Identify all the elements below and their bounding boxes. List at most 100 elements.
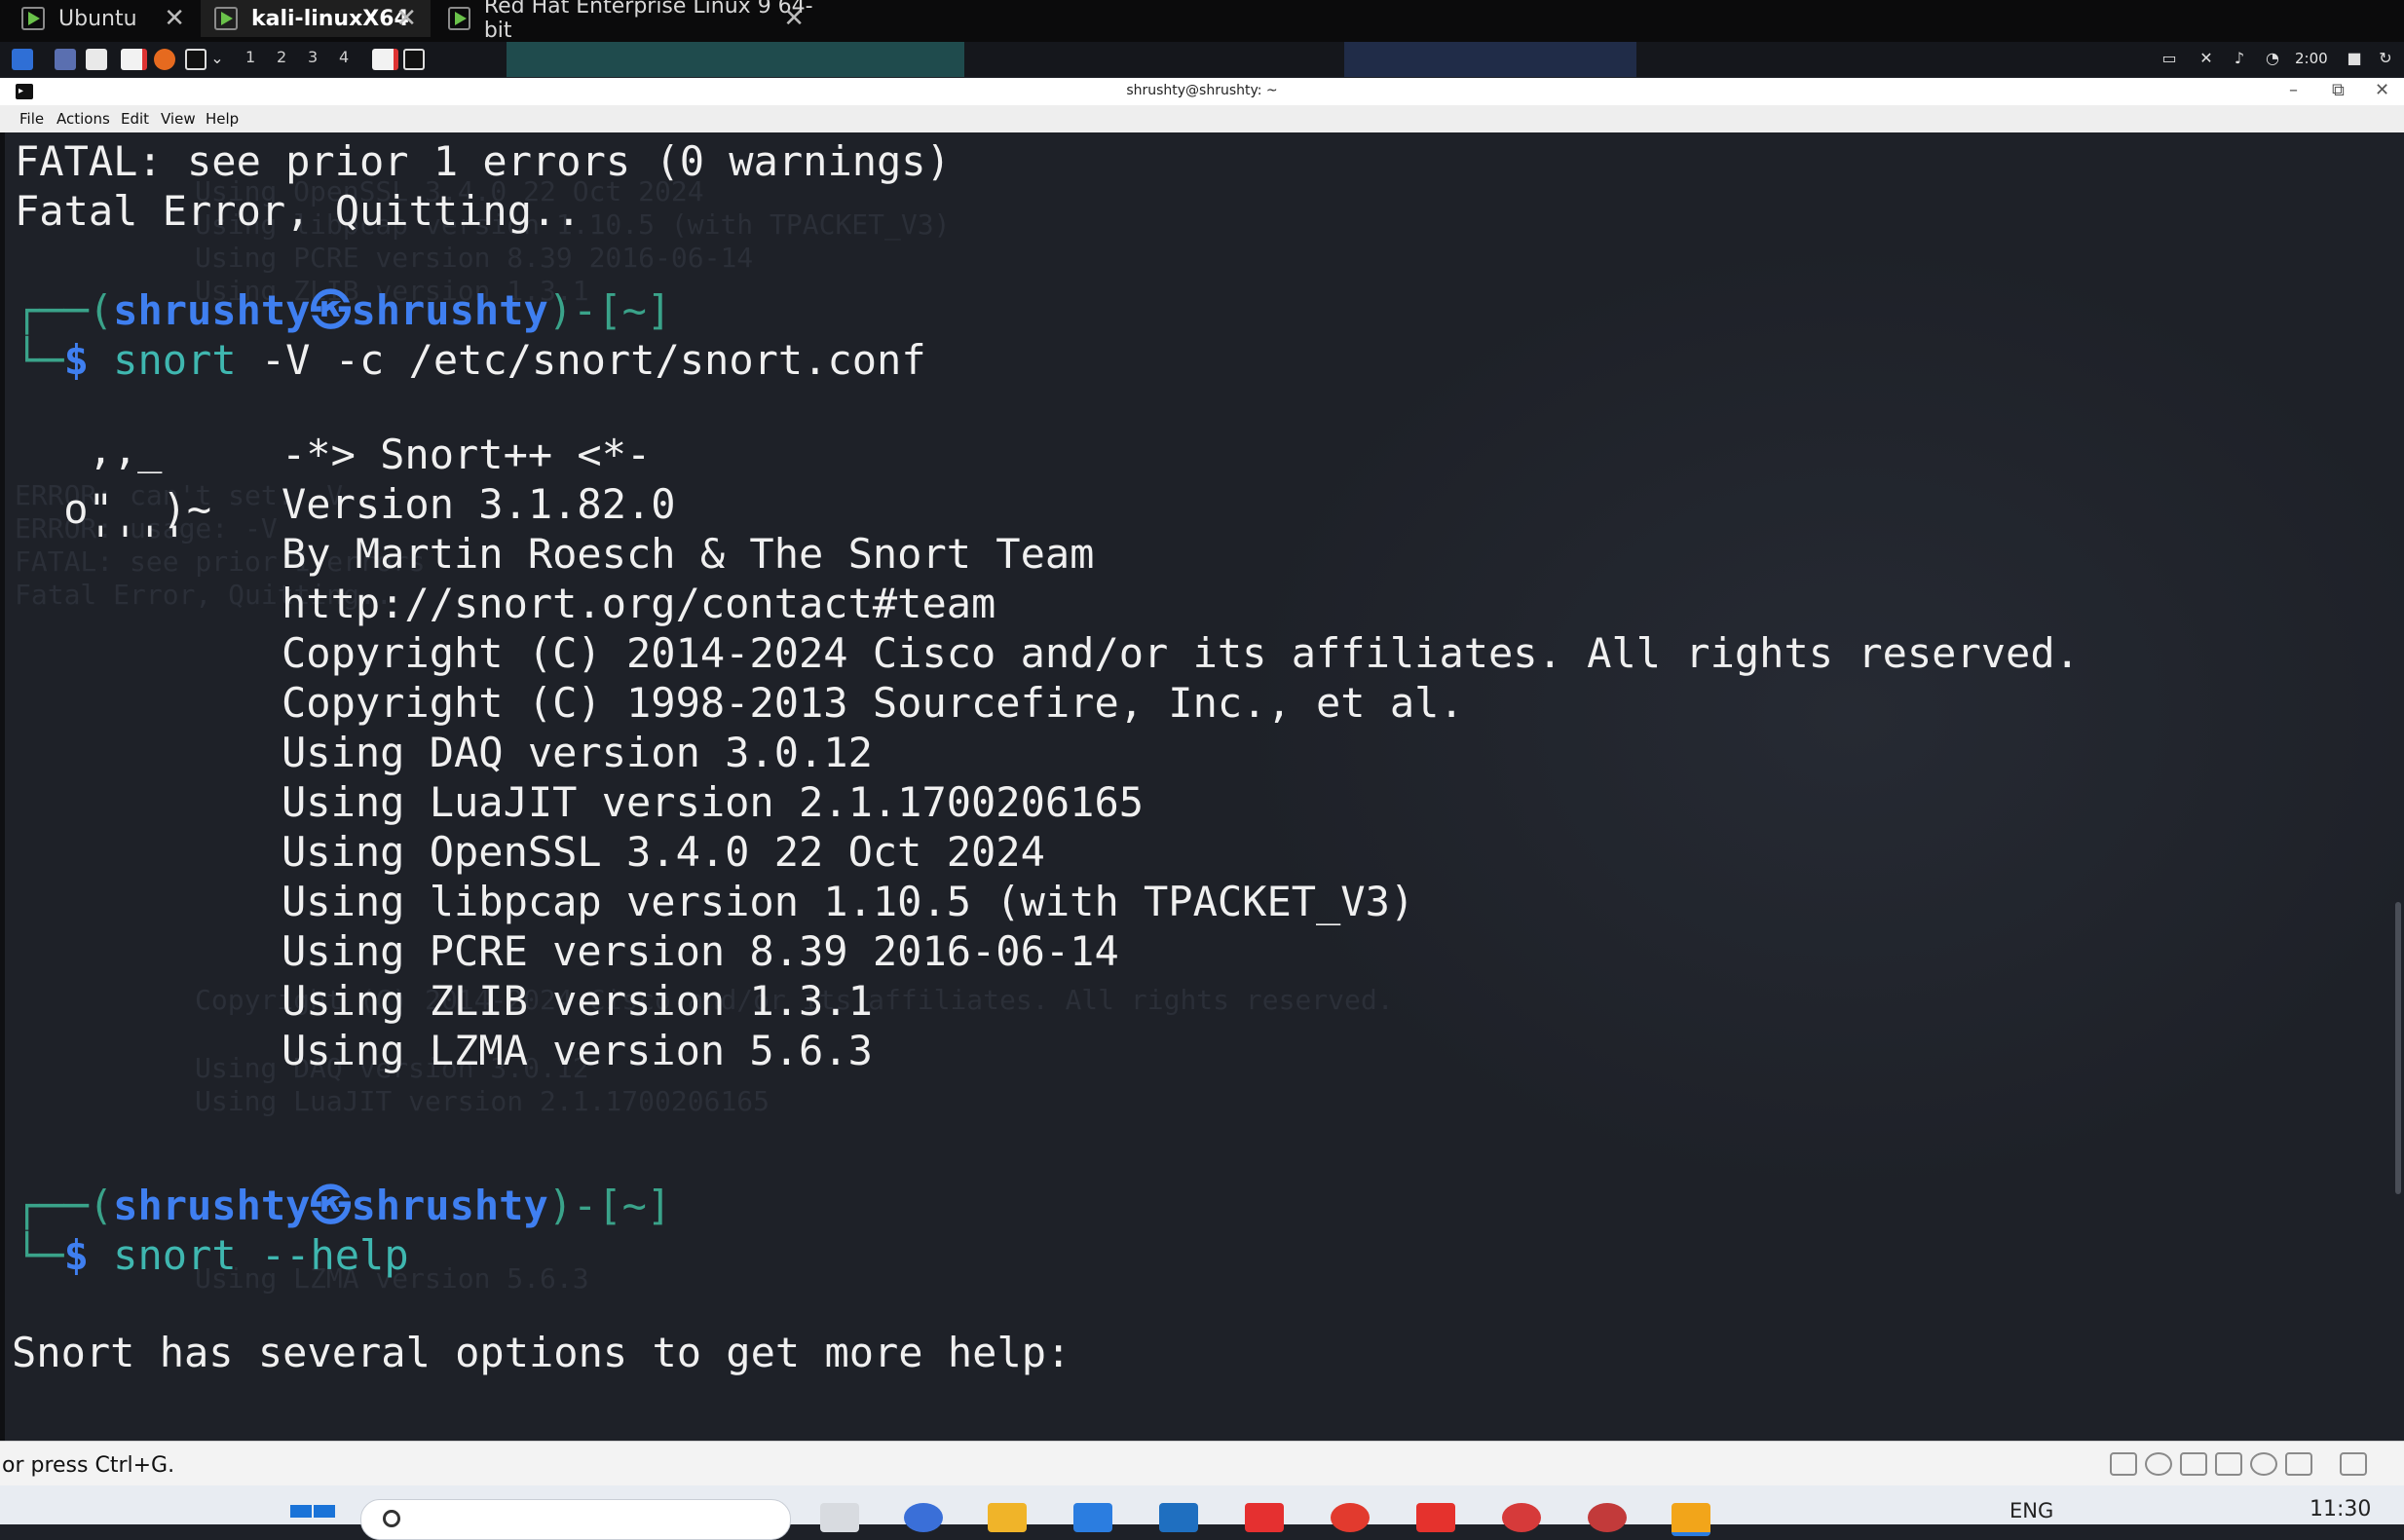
chevron-down-icon[interactable]: ⌄	[208, 50, 226, 67]
output-line: Snort has several options to get more he…	[12, 1329, 1071, 1376]
close-icon[interactable]: ✕	[395, 4, 417, 33]
panel-clock: 2:00	[2295, 50, 2328, 67]
terminal-title: shrushty@shrushty: ~	[1126, 83, 1278, 98]
vm-tab-label: kali-linuxX64	[251, 6, 409, 31]
logout-icon[interactable]: ↻	[2377, 50, 2394, 67]
search-box[interactable]	[360, 1499, 791, 1540]
command-name: snort --help	[113, 1231, 409, 1279]
workspace-1[interactable]: 1	[245, 48, 255, 66]
terminal-icon[interactable]	[185, 49, 207, 70]
ghost-line: Using LuaJIT version 2.1.1700206165	[195, 1085, 770, 1117]
prompt-box-close: )-[~]	[547, 1182, 672, 1229]
menu-edit[interactable]: Edit	[121, 110, 149, 128]
output-line: Copyright (C) 1998-2013 Sourcefire, Inc.…	[282, 679, 1464, 727]
close-icon[interactable]: ✕	[164, 4, 185, 33]
task-terminal-icon[interactable]	[403, 49, 425, 70]
mute-icon[interactable]: ✕	[2197, 50, 2215, 67]
output-line: Using PCRE version 8.39 2016-06-14	[282, 927, 1119, 975]
cd-drive-icon[interactable]	[2145, 1452, 2172, 1476]
taskbar-app-office[interactable]	[1416, 1503, 1455, 1532]
vm-icon	[448, 7, 470, 30]
bell-icon[interactable]: ♪	[2231, 50, 2248, 67]
prompt-line: ┌──(shrushty㉿shrushty)-[~]	[15, 1182, 671, 1230]
menu-file[interactable]: File	[19, 110, 44, 128]
vm-tab-kali[interactable]: kali-linuxX64 ✕	[201, 0, 431, 37]
vm-icon	[21, 7, 45, 30]
workspace-3[interactable]: 3	[308, 48, 318, 66]
prompt-box-open: ┌──(	[15, 286, 114, 334]
output-line: By Martin Roesch & The Snort Team	[282, 530, 1095, 578]
taskbar-app-profile[interactable]	[1502, 1503, 1541, 1532]
prompt-dollar: $	[63, 336, 89, 384]
taskbar-app-youtube[interactable]	[1245, 1503, 1284, 1532]
maximize-button[interactable]: ⧉	[2332, 80, 2345, 100]
kali-menu-icon[interactable]	[12, 49, 33, 70]
vm-tab-ubuntu[interactable]: Ubuntu ✕	[8, 0, 199, 37]
vm-tab-rhel[interactable]: Red Hat Enterprise Linux 9 64-bit ✕	[434, 0, 820, 43]
taskbar-clock[interactable]: 11:30	[2310, 1497, 2371, 1521]
start-button[interactable]	[290, 1505, 337, 1534]
prompt-line: ┌──(shrushty㉿shrushty)-[~]	[15, 286, 671, 335]
menu-help[interactable]: Help	[206, 110, 239, 128]
workspace-2[interactable]: 2	[277, 48, 286, 66]
command-name: snort	[113, 336, 237, 384]
prompt-corner: └─	[15, 336, 64, 384]
vm-icon	[214, 7, 238, 30]
clock-icon: ◔	[2266, 49, 2279, 67]
file-manager-icon[interactable]	[86, 49, 107, 70]
sound-icon[interactable]	[2215, 1452, 2242, 1476]
output-line: Using DAQ version 3.0.12	[282, 729, 873, 776]
usb-icon[interactable]	[2250, 1452, 2277, 1476]
close-button[interactable]: ✕	[2375, 80, 2389, 100]
lock-icon[interactable]: ■	[2346, 50, 2363, 67]
output-line: Fatal Error, Quitting..	[15, 187, 582, 235]
language-indicator[interactable]: ENG	[2010, 1499, 2053, 1522]
display-icon[interactable]: ▭	[2160, 50, 2178, 67]
taskbar-app-files[interactable]	[820, 1503, 859, 1532]
status-hint: or press Ctrl+G.	[2, 1453, 175, 1478]
windows-taskbar: ENG 11:30	[0, 1485, 2404, 1540]
close-icon[interactable]: ✕	[783, 4, 805, 33]
output-line: Version 3.1.82.0	[282, 480, 676, 528]
network-icon[interactable]	[2180, 1452, 2207, 1476]
terminal-output[interactable]: Using OpenSSL 3.4.0 22 Oct 2024 Using li…	[0, 132, 2404, 1441]
output-line: Using LuaJIT version 2.1.1700206165	[282, 778, 1145, 826]
window-edge	[0, 132, 5, 1441]
text-editor-icon[interactable]	[121, 49, 147, 70]
snort-pig-art: ,,_	[39, 426, 163, 473]
prompt-user: shrushty㉿shrushty	[113, 286, 548, 334]
taskbar-app-edge[interactable]	[904, 1503, 943, 1532]
vm-tab-label: Red Hat Enterprise Linux 9 64-bit	[483, 0, 813, 43]
snort-pig-art: ''''	[39, 517, 187, 565]
firefox-icon[interactable]	[154, 49, 175, 70]
hard-disk-icon[interactable]	[2110, 1452, 2137, 1476]
taskbar-app-store[interactable]	[1073, 1503, 1112, 1532]
ghost-line: Using PCRE version 8.39 2016-06-14	[195, 242, 754, 274]
wireless-icon[interactable]	[2285, 1452, 2312, 1476]
command-args: -V -c /etc/snort/snort.conf	[236, 336, 926, 384]
output-line: http://snort.org/contact#team	[282, 580, 996, 627]
command-line: └─$ snort -V -c /etc/snort/snort.conf	[15, 336, 926, 385]
output-line: Copyright (C) 2014-2024 Cisco and/or its…	[282, 629, 2080, 677]
prompt-user: shrushty㉿shrushty	[113, 1182, 548, 1229]
terminal-menubar: File Actions Edit View Help	[0, 105, 2404, 133]
taskbar-app-explorer[interactable]	[988, 1503, 1027, 1532]
menu-view[interactable]: View	[161, 110, 196, 128]
scrollbar-thumb[interactable]	[2395, 902, 2401, 1194]
desktop-icon[interactable]	[55, 49, 76, 70]
prompt-corner: └─	[15, 1231, 64, 1279]
workspace-4[interactable]: 4	[339, 48, 349, 66]
taskbar-app-vmware[interactable]	[1672, 1503, 1710, 1536]
task-editor-icon[interactable]	[372, 49, 398, 70]
command-line: └─$ snort --help	[15, 1231, 409, 1280]
output-line: Using ZLIB version 1.3.1	[282, 977, 873, 1025]
taskbar-app-mail[interactable]	[1159, 1503, 1198, 1532]
notes-icon[interactable]	[2340, 1452, 2367, 1476]
vm-tab-label: Ubuntu	[58, 6, 137, 31]
search-icon	[383, 1510, 400, 1527]
minimize-button[interactable]: –	[2289, 80, 2298, 100]
windows-logo-icon	[290, 1505, 312, 1518]
taskbar-app-chrome[interactable]	[1331, 1503, 1370, 1532]
menu-actions[interactable]: Actions	[56, 110, 110, 128]
taskbar-app-profile-2[interactable]	[1588, 1503, 1627, 1532]
